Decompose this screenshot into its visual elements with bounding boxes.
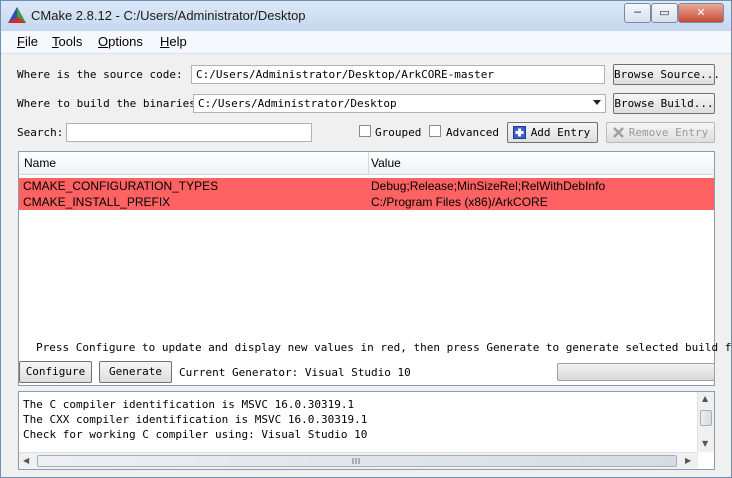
grip-icon — [352, 458, 360, 464]
menu-options[interactable]: Options — [98, 34, 143, 49]
add-entry-button[interactable]: Add Entry — [507, 122, 598, 143]
horizontal-scrollbar[interactable]: ◀ ▶ — [19, 452, 698, 469]
add-entry-label: Add Entry — [530, 126, 591, 139]
row-value: C:/Program Files (x86)/ArkCORE — [371, 195, 548, 209]
main-panel: Where is the source code: C:/Users/Admin… — [1, 54, 732, 477]
minimize-button[interactable]: ─ — [624, 3, 651, 23]
scroll-right-icon[interactable]: ▶ — [685, 456, 691, 465]
vertical-scroll-thumb[interactable] — [700, 410, 712, 426]
row-value: Debug;Release;MinSizeRel;RelWithDebInfo — [371, 179, 606, 193]
scroll-up-icon[interactable]: ▲ — [702, 394, 708, 403]
title-bar: CMake 2.8.12 - C:/Users/Administrator/De… — [1, 1, 731, 31]
menu-help[interactable]: Help — [160, 34, 187, 49]
browse-source-button[interactable]: Browse Source... — [613, 64, 720, 85]
log-line: The CXX compiler identification is MSVC … — [23, 413, 368, 426]
column-divider[interactable] — [368, 152, 369, 174]
row-name: CMAKE_CONFIGURATION_TYPES — [23, 179, 219, 193]
build-value: C:/Users/Administrator/Desktop — [198, 97, 397, 110]
scroll-left-icon[interactable]: ◀ — [23, 456, 29, 465]
build-label: Where to build the binaries: — [17, 97, 203, 110]
close-button[interactable]: ✕ — [678, 3, 724, 23]
menu-tools[interactable]: Tools — [52, 34, 82, 49]
advanced-checkbox[interactable] — [429, 125, 441, 137]
search-input[interactable] — [66, 123, 312, 142]
x-icon — [613, 127, 624, 138]
progress-bar — [557, 363, 715, 381]
table-row[interactable]: CMAKE_INSTALL_PREFIX C:/Program Files (x… — [19, 194, 714, 210]
instruction-text: Press Configure to update and display ne… — [36, 341, 732, 354]
current-generator-text: Current Generator: Visual Studio 10 — [179, 366, 411, 379]
scroll-down-icon[interactable]: ▼ — [702, 439, 708, 448]
advanced-label: Advanced — [446, 126, 499, 139]
table-row[interactable]: CMAKE_CONFIGURATION_TYPES Debug;Release;… — [19, 178, 714, 194]
horizontal-scroll-thumb[interactable] — [37, 455, 677, 467]
log-line: The C compiler identification is MSVC 16… — [23, 398, 355, 411]
grouped-label: Grouped — [375, 126, 422, 139]
maximize-button[interactable]: ▭ — [651, 3, 678, 23]
plus-icon — [513, 126, 526, 139]
column-header-value[interactable]: Value — [371, 156, 401, 170]
vertical-scrollbar[interactable]: ▲ ▼ — [697, 392, 714, 452]
row-name: CMAKE_INSTALL_PREFIX — [23, 195, 171, 209]
grouped-checkbox[interactable] — [359, 125, 371, 137]
log-line: Check for working C compiler using: Visu… — [23, 428, 368, 441]
build-combobox[interactable]: C:/Users/Administrator/Desktop — [193, 94, 606, 113]
source-label: Where is the source code: — [17, 68, 183, 81]
search-label: Search: — [17, 126, 64, 139]
menu-bar: File Tools Options Help — [1, 31, 731, 54]
source-input[interactable]: C:/Users/Administrator/Desktop/ArkCORE-m… — [191, 65, 605, 84]
window-title: CMake 2.8.12 - C:/Users/Administrator/De… — [31, 8, 306, 23]
configure-button[interactable]: Configure — [19, 361, 92, 383]
remove-entry-button[interactable]: Remove Entry — [606, 122, 715, 143]
table-header: Name Value — [19, 152, 714, 175]
generate-button[interactable]: Generate — [99, 361, 172, 383]
output-log[interactable]: The C compiler identification is MSVC 16… — [18, 391, 715, 470]
chevron-down-icon[interactable] — [593, 100, 601, 105]
menu-file[interactable]: File — [17, 34, 38, 49]
remove-entry-label: Remove Entry — [628, 126, 709, 139]
cmake-window: CMake 2.8.12 - C:/Users/Administrator/De… — [0, 0, 732, 478]
cmake-triangle-icon — [8, 7, 26, 23]
browse-build-button[interactable]: Browse Build... — [613, 93, 715, 114]
column-header-name[interactable]: Name — [24, 156, 56, 170]
